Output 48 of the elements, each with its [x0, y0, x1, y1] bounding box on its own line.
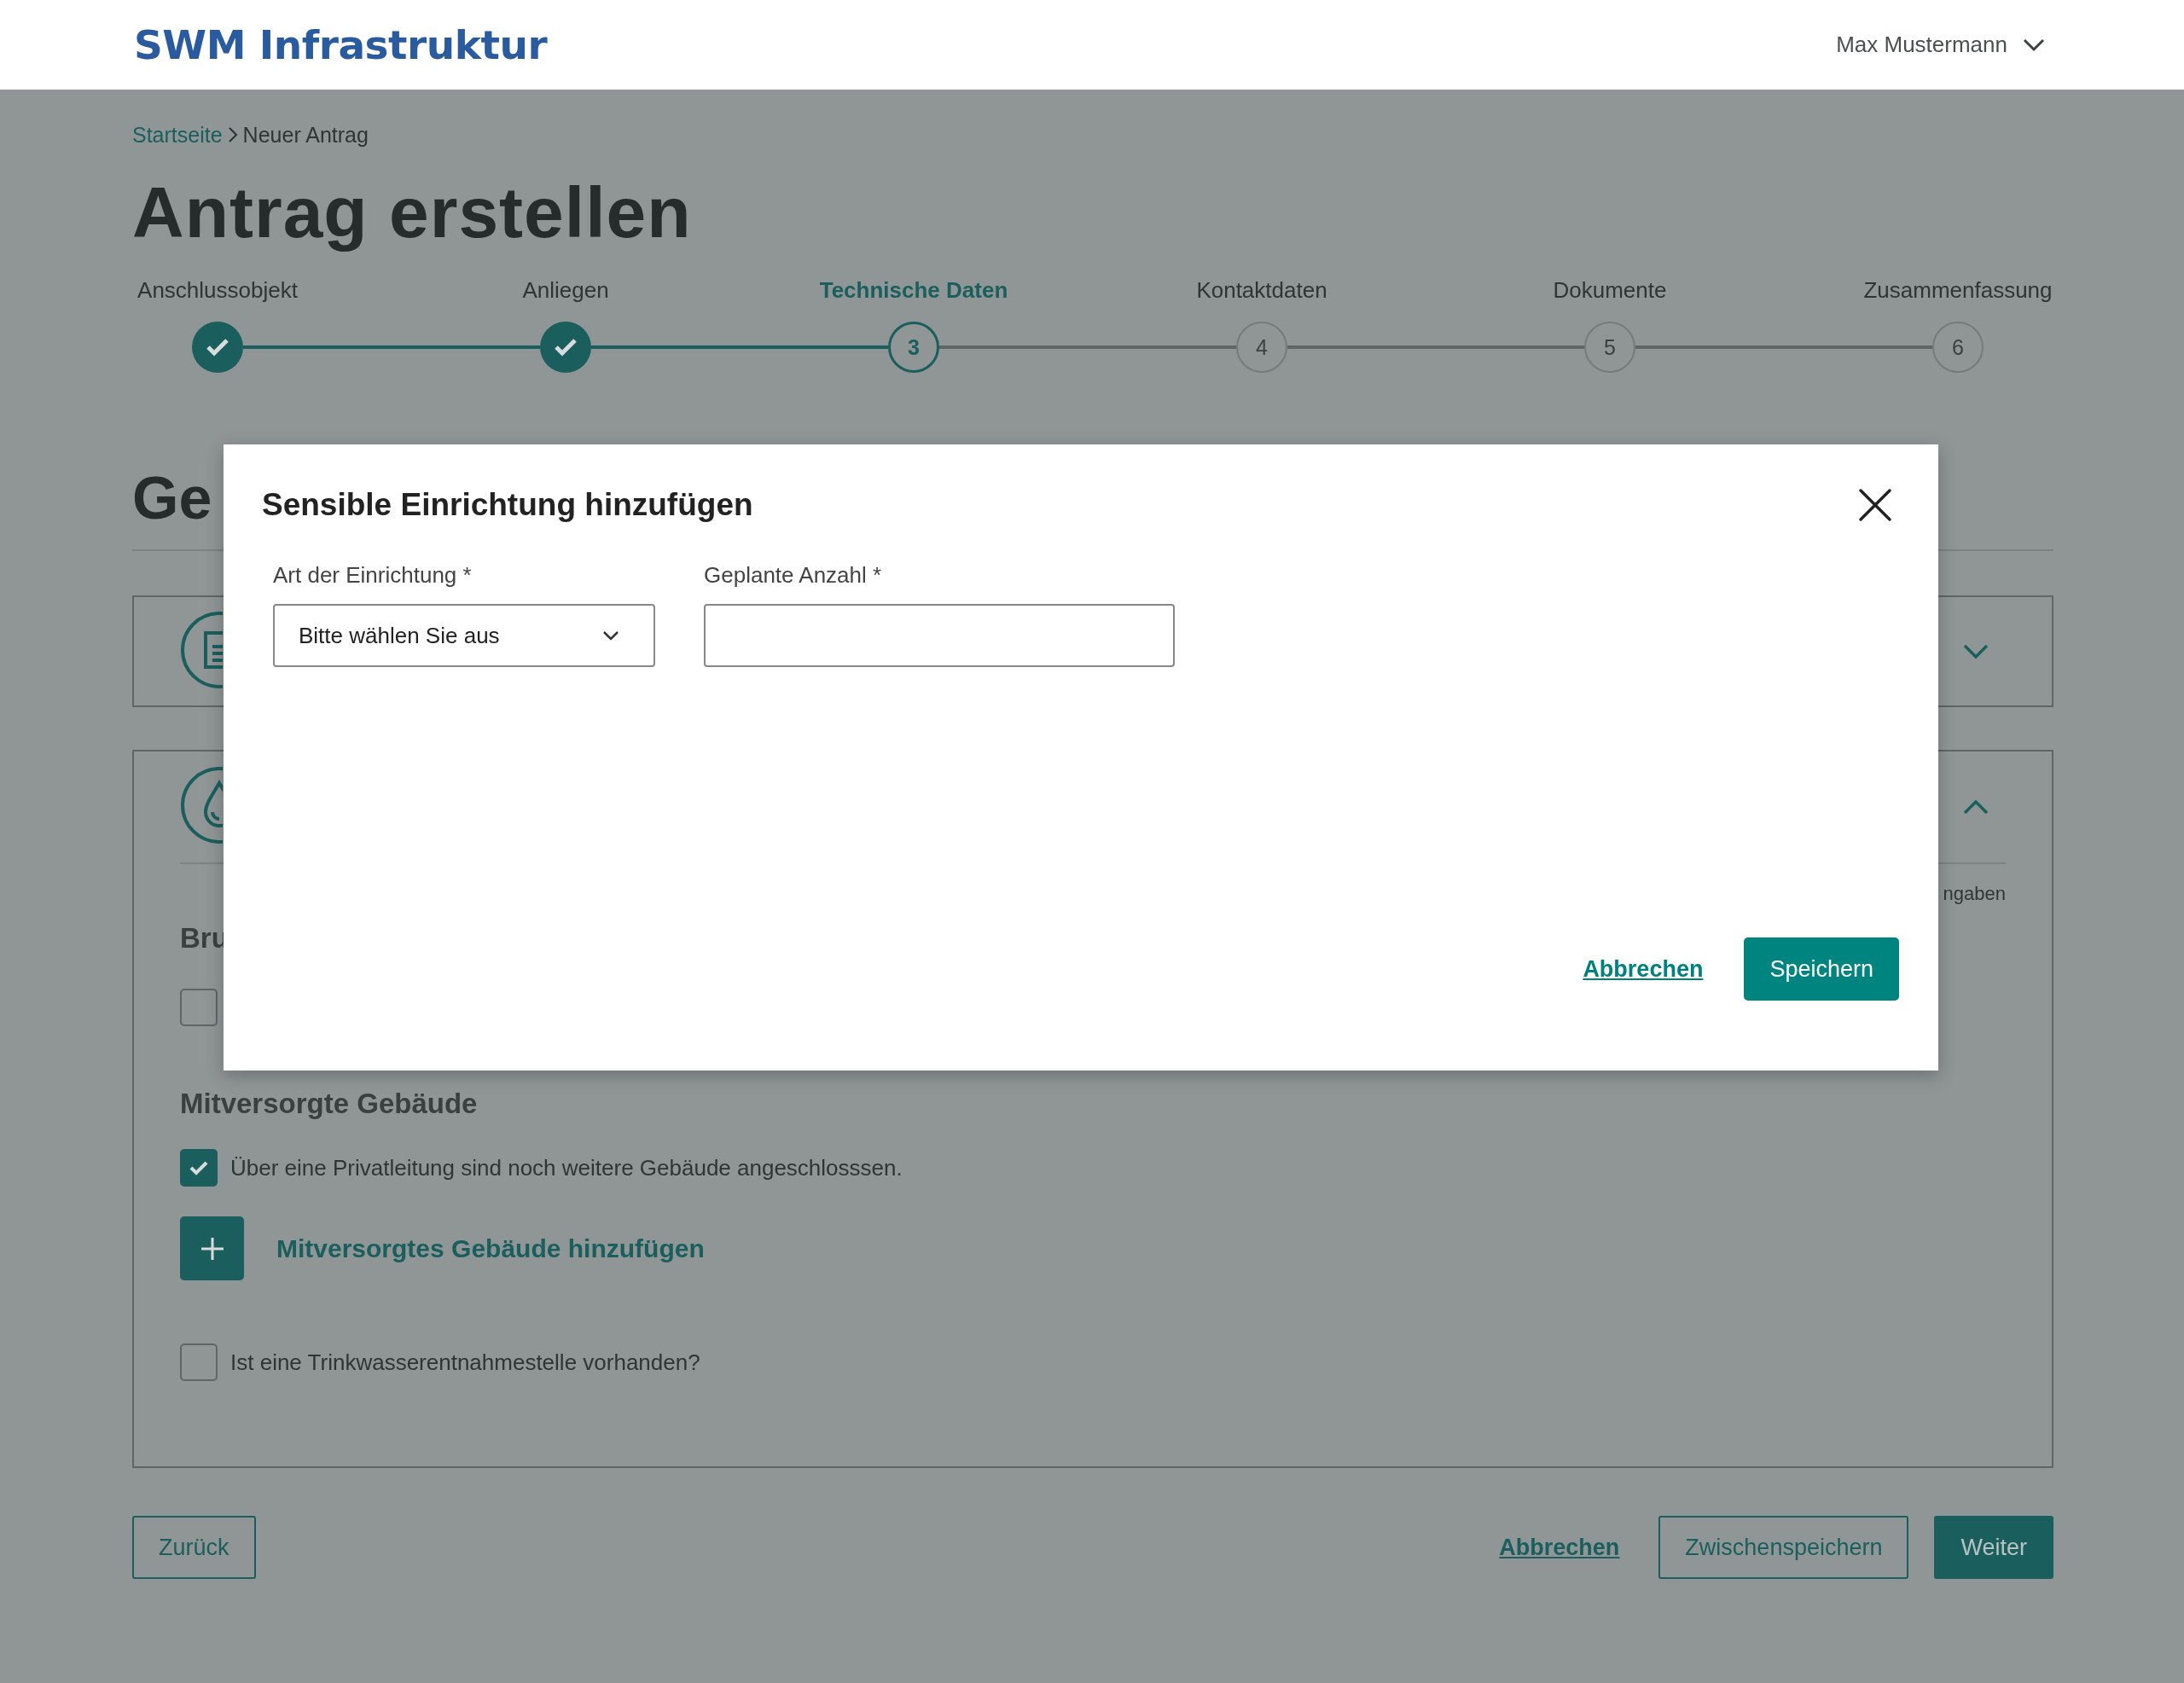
step-number[interactable]: 3 — [888, 322, 939, 373]
select-field[interactable]: Bitte wählen Sie aus — [273, 604, 655, 667]
checkbox-label: Ist eine Trinkwasserentnahmestelle vorhanden? — [230, 1349, 700, 1376]
chevron-down-icon[interactable] — [1963, 643, 1989, 659]
checkbox-label: Über eine Privatleitung sind noch weitere Gebäude angeschlosssen. — [230, 1154, 903, 1181]
save-button[interactable]: Speichern — [1744, 937, 1899, 1001]
field-label: Geplante Anzahl * — [704, 562, 883, 589]
step-label: Dokumente — [1553, 277, 1667, 305]
step-label: Anliegen — [522, 277, 609, 305]
cancel-link[interactable]: Abbrechen — [1499, 1534, 1620, 1561]
step-complete-icon[interactable] — [192, 322, 243, 373]
checkbox[interactable] — [180, 1149, 218, 1187]
dialog-title: Sensible Einrichtung hinzufügen — [262, 487, 753, 523]
page-title: Antrag erstellen — [132, 171, 693, 254]
step-label: Zusammenfassung — [1863, 277, 2053, 305]
breadcrumb-current: Neuer Antrag — [242, 122, 369, 148]
chevron-down-icon — [2023, 38, 2045, 52]
chevron-up-icon[interactable] — [1963, 799, 1989, 815]
next-button[interactable]: Weiter — [1934, 1516, 2053, 1579]
checkmark-icon — [189, 1159, 209, 1176]
logo-text[interactable]: SWM Infrastruktur — [134, 21, 548, 68]
step-label: Kontaktdaten — [1196, 277, 1327, 305]
step-complete-icon[interactable] — [540, 322, 591, 373]
hint-text: ngaben — [1943, 883, 2006, 905]
group-heading: Mitversorgte Gebäude — [180, 1088, 479, 1120]
field-label: Art der Einrichtung * — [273, 562, 473, 589]
breadcrumb-link[interactable]: Startseite — [132, 122, 223, 148]
step-number[interactable]: 4 — [1236, 322, 1287, 373]
chevron-down-icon — [602, 630, 619, 641]
step-number[interactable]: 5 — [1584, 322, 1635, 373]
step-label: Technische Daten — [819, 277, 1008, 305]
checkbox[interactable] — [180, 1343, 218, 1381]
input-field[interactable] — [704, 604, 1175, 667]
step-label: Anschlussobjekt — [137, 277, 298, 305]
chevron-right-icon — [227, 126, 238, 143]
add-button[interactable] — [180, 1216, 244, 1280]
checkbox[interactable] — [180, 989, 218, 1026]
plus-icon — [199, 1235, 225, 1262]
water-drop-icon — [180, 766, 223, 844]
save-draft-button[interactable]: Zwischenspeichern — [1658, 1516, 1909, 1579]
add-building-link[interactable]: Mitversorgtes Gebäude hinzufügen — [276, 1233, 705, 1263]
document-icon — [180, 610, 223, 689]
section-heading: Ge — [132, 464, 212, 532]
back-button[interactable]: Zurück — [132, 1516, 256, 1579]
close-icon[interactable] — [1858, 488, 1892, 522]
cancel-link[interactable]: Abbrechen — [1583, 955, 1704, 983]
user-menu-button[interactable]: Max Mustermann — [1836, 32, 2052, 58]
step-number[interactable]: 6 — [1932, 322, 1984, 373]
